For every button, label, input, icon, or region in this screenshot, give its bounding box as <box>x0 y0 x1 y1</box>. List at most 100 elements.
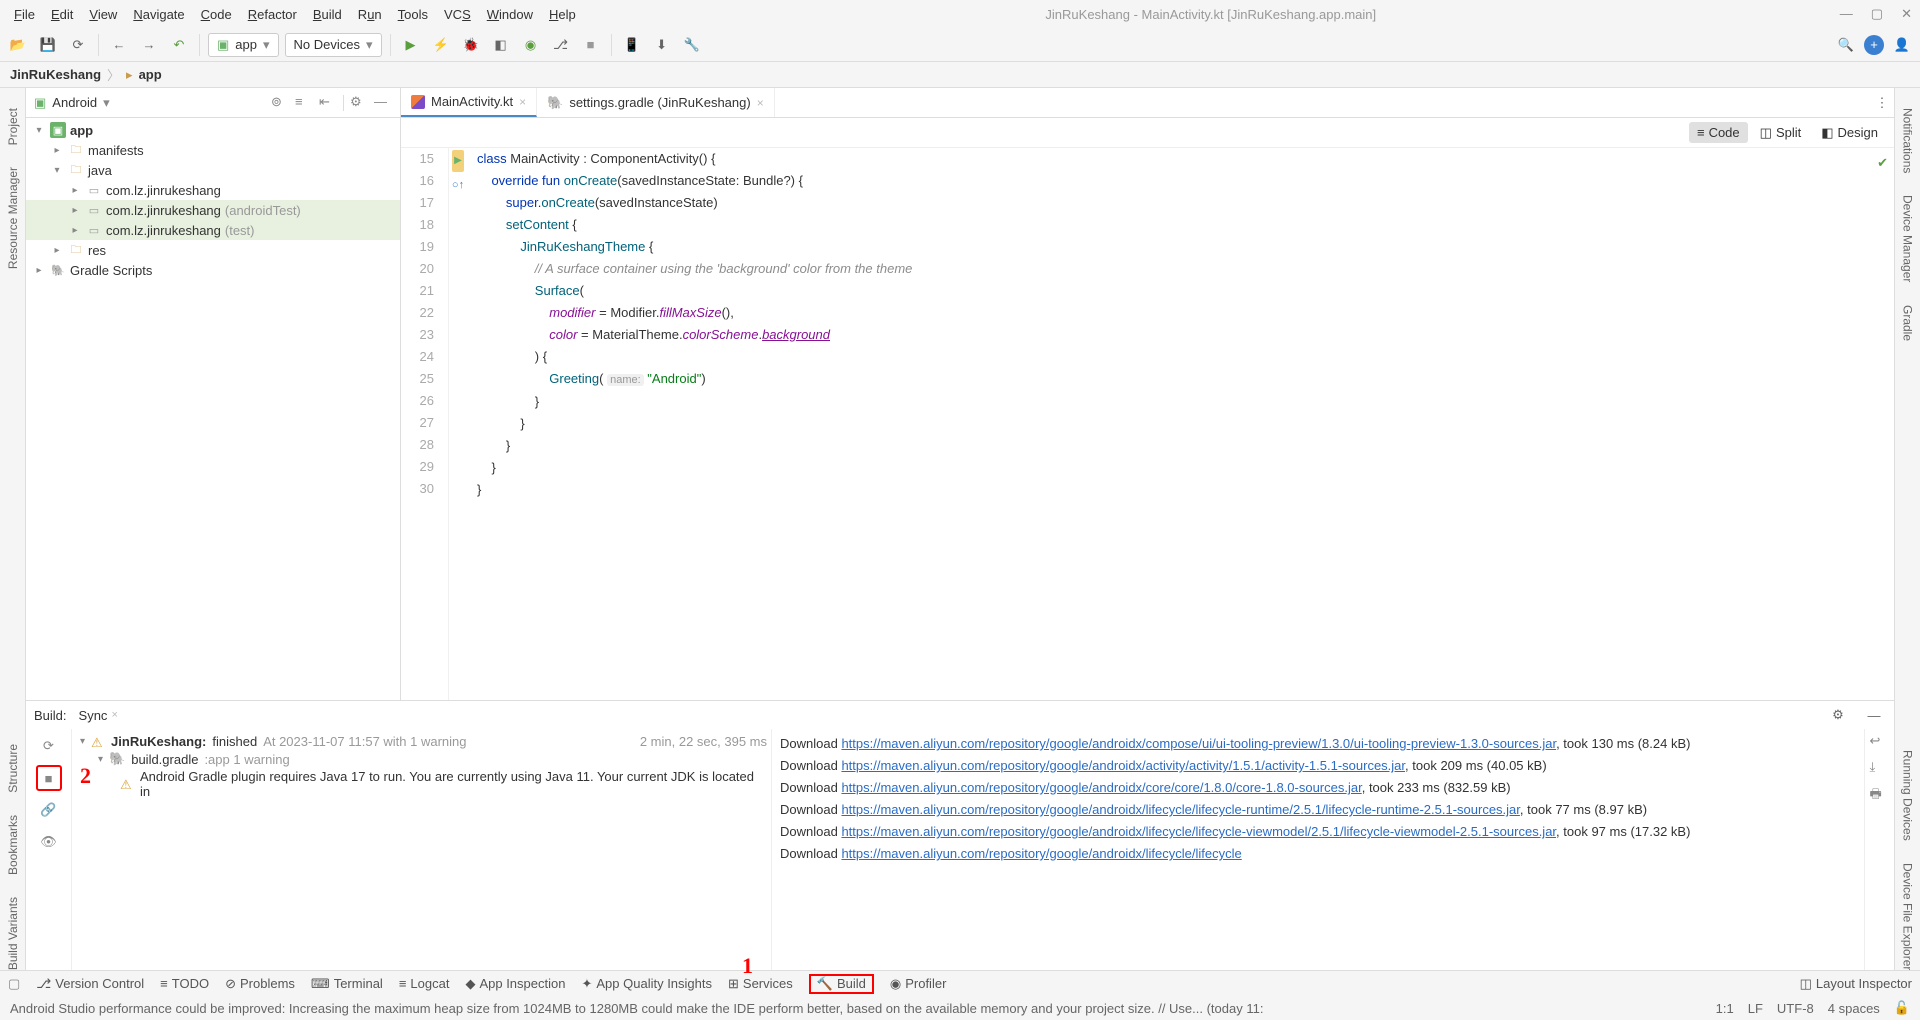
run-config-combo[interactable]: ▣app▾ <box>208 33 279 57</box>
profile-icon[interactable]: ◉ <box>519 33 543 57</box>
inspection-ok-icon[interactable]: ✔ <box>1877 152 1888 174</box>
tree-app[interactable]: ▾▣app <box>26 120 400 140</box>
build-hide-icon[interactable]: — <box>1862 703 1886 727</box>
filter-icon[interactable]: 👁 <box>36 829 62 855</box>
menu-window[interactable]: Window <box>481 5 539 24</box>
run-gutter-icon[interactable]: ▶ <box>452 150 464 172</box>
status-encoding[interactable]: UTF-8 <box>1777 1001 1814 1016</box>
expand-all-icon[interactable]: ≡ <box>295 94 313 112</box>
save-icon[interactable]: 💾 <box>36 33 60 57</box>
bottom-services[interactable]: ⊞ Services <box>728 976 793 992</box>
troubleshoot-icon[interactable]: 🔧 <box>680 33 704 57</box>
viewtab-code[interactable]: ≡ Code <box>1689 122 1748 143</box>
device-combo[interactable]: No Devices▾ <box>285 33 382 57</box>
menu-run[interactable]: Run <box>352 5 388 24</box>
rail-structure[interactable]: Structure <box>6 744 20 793</box>
rail-build-variants[interactable]: Build Variants <box>6 897 20 970</box>
soft-wrap-icon[interactable]: ↩ <box>1870 733 1890 753</box>
open-icon[interactable]: 📂 <box>6 33 30 57</box>
viewtab-split[interactable]: ◫ Split <box>1752 122 1810 144</box>
hide-icon[interactable]: — <box>374 94 392 112</box>
stop-icon[interactable]: ■ <box>579 33 603 57</box>
override-gutter-icon[interactable]: ○↑ <box>452 174 464 196</box>
restart-icon[interactable]: ⟳ <box>36 733 62 759</box>
assist-icon[interactable]: + <box>1864 35 1884 55</box>
status-readonly-icon[interactable]: 🔓 <box>1894 1000 1910 1016</box>
close-icon[interactable]: ✕ <box>1901 6 1912 22</box>
undo-nav-icon[interactable]: ↶ <box>167 33 191 57</box>
tree-gradle-scripts[interactable]: ▸🐘Gradle Scripts <box>26 260 400 280</box>
tab-settings-gradle[interactable]: 🐘settings.gradle (JinRuKeshang)× <box>537 88 775 117</box>
project-view-combo[interactable]: Android <box>52 95 97 110</box>
breadcrumb-leaf[interactable]: app <box>139 67 162 82</box>
forward-icon[interactable]: → <box>137 33 161 57</box>
bottom-app-inspection[interactable]: ◆ App Inspection <box>465 976 565 992</box>
run-icon[interactable]: ▶ <box>399 33 423 57</box>
tree-pkg-androidtest[interactable]: ▸▭com.lz.jinrukeshang (androidTest) <box>26 200 400 220</box>
menu-vcs[interactable]: VCS <box>438 5 477 24</box>
maximize-icon[interactable]: ▢ <box>1871 6 1883 22</box>
menu-navigate[interactable]: Navigate <box>127 5 190 24</box>
tree-manifests[interactable]: ▸🗀manifests <box>26 140 400 160</box>
tab-mainactivity[interactable]: MainActivity.kt× <box>401 88 537 117</box>
viewtab-design[interactable]: ◧ Design <box>1813 122 1886 144</box>
stop-build-icon[interactable]: ■ <box>36 765 62 791</box>
avd-icon[interactable]: 📱 <box>620 33 644 57</box>
menu-view[interactable]: View <box>83 5 123 24</box>
sdk-icon[interactable]: ⬇ <box>650 33 674 57</box>
attach-debug-icon[interactable]: 🔗 <box>36 797 62 823</box>
tree-pkg-test[interactable]: ▸▭com.lz.jinrukeshang (test) <box>26 220 400 240</box>
build-tab-sync[interactable]: Sync × <box>79 708 118 723</box>
rail-device-manager[interactable]: Device Manager <box>1901 195 1915 282</box>
bottom-todo[interactable]: ≡ TODO <box>160 976 209 991</box>
menu-edit[interactable]: Edit <box>45 5 79 24</box>
back-icon[interactable]: ← <box>107 33 131 57</box>
bottom-app-quality[interactable]: ✦ App Quality Insights <box>581 976 712 992</box>
minimize-icon[interactable]: — <box>1840 6 1853 22</box>
rail-gradle[interactable]: Gradle <box>1901 305 1915 341</box>
build-output[interactable]: Download https://maven.aliyun.com/reposi… <box>772 729 1864 970</box>
menu-tools[interactable]: Tools <box>392 5 434 24</box>
build-tab-build[interactable]: Build: <box>34 708 67 723</box>
rail-device-file-explorer[interactable]: Device File Explorer <box>1901 863 1915 970</box>
menu-code[interactable]: Code <box>195 5 238 24</box>
debug-icon[interactable]: 🐞 <box>459 33 483 57</box>
bottom-layout-inspector[interactable]: ◫ Layout Inspector <box>1800 976 1912 992</box>
attach-icon[interactable]: ⎇ <box>549 33 573 57</box>
bottom-problems[interactable]: ⊘ Problems <box>225 976 295 992</box>
scroll-end-icon[interactable]: ⤓ <box>1870 759 1890 779</box>
bottom-terminal[interactable]: ⌨ Terminal <box>311 976 383 992</box>
status-line-sep[interactable]: LF <box>1748 1001 1763 1016</box>
bottombar-expand-icon[interactable]: ▢ <box>8 976 20 992</box>
build-settings-icon[interactable]: ⚙ <box>1826 703 1850 727</box>
search-icon[interactable]: 🔍 <box>1834 33 1858 57</box>
menu-refactor[interactable]: Refactor <box>242 5 303 24</box>
code-editor[interactable]: ✔ 15161718192021222324252627282930 ▶ ○↑ … <box>401 148 1894 700</box>
status-caret-pos[interactable]: 1:1 <box>1716 1001 1734 1016</box>
bottom-build[interactable]: 🔨 Build <box>809 974 874 994</box>
apply-changes-icon[interactable]: ⚡ <box>429 33 453 57</box>
close-tab-icon[interactable]: × <box>757 96 764 110</box>
collapse-all-icon[interactable]: ⇤ <box>319 94 337 112</box>
bottom-version-control[interactable]: ⎇ Version Control <box>36 976 144 992</box>
build-tree[interactable]: ▾⚠ JinRuKeshang: finished At 2023-11-07 … <box>72 729 772 970</box>
menu-build[interactable]: Build <box>307 5 348 24</box>
bottom-logcat[interactable]: ≡ Logcat <box>399 976 450 991</box>
bottom-profiler[interactable]: ◉ Profiler <box>890 976 947 992</box>
sync-icon[interactable]: ⟳ <box>66 33 90 57</box>
tree-pkg-main[interactable]: ▸▭com.lz.jinrukeshang <box>26 180 400 200</box>
rail-resource-manager[interactable]: Resource Manager <box>6 167 20 269</box>
coverage-icon[interactable]: ◧ <box>489 33 513 57</box>
tree-java[interactable]: ▾🗀java <box>26 160 400 180</box>
print-icon[interactable]: 🖶 <box>1870 785 1890 805</box>
rail-project[interactable]: Project <box>6 108 20 145</box>
settings-icon[interactable]: ⚙ <box>350 94 368 112</box>
rail-bookmarks[interactable]: Bookmarks <box>6 815 20 875</box>
rail-notifications[interactable]: Notifications <box>1901 108 1915 173</box>
editor-options-icon[interactable]: ⋮ <box>1870 91 1894 115</box>
close-tab-icon[interactable]: × <box>519 95 526 109</box>
menu-help[interactable]: Help <box>543 5 582 24</box>
status-indent[interactable]: 4 spaces <box>1828 1001 1880 1016</box>
tree-res[interactable]: ▸🗀res <box>26 240 400 260</box>
breadcrumb-root[interactable]: JinRuKeshang <box>10 67 101 82</box>
